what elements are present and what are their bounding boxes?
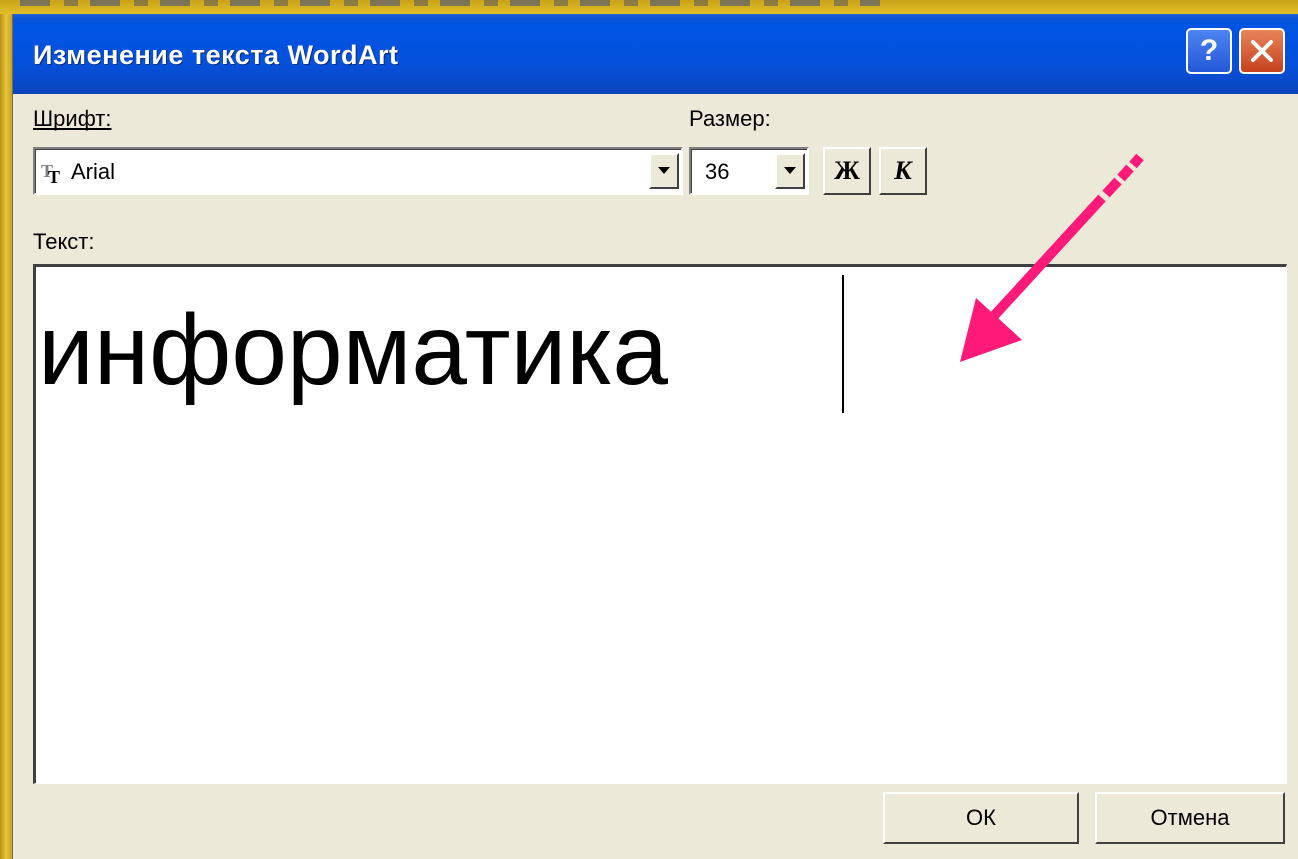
slide-background-edge (0, 14, 12, 859)
ok-button[interactable]: ОК (883, 792, 1079, 844)
chevron-down-icon (784, 167, 796, 174)
text-label-text: Текст: (33, 229, 95, 254)
chevron-down-icon (658, 167, 670, 174)
text-caret (842, 275, 844, 413)
size-label: Размер: (689, 106, 771, 132)
background-ghost-text (20, 0, 880, 6)
italic-icon: К (894, 156, 912, 185)
dialog-title: Изменение текста WordArt (33, 40, 399, 70)
close-icon (1251, 40, 1273, 62)
help-icon: ? (1199, 34, 1219, 67)
ok-button-label: ОК (966, 805, 996, 830)
annotation-arrow-icon (960, 153, 1144, 362)
font-select-value: Arial (71, 159, 116, 184)
bold-button[interactable]: Ж (823, 147, 871, 195)
font-select[interactable]: T T Arial (33, 147, 683, 195)
size-label-text: Размер: (689, 106, 771, 131)
bold-icon: Ж (834, 156, 860, 185)
text-label: Текст: (33, 229, 95, 255)
size-select[interactable]: 36 (689, 147, 809, 195)
wordart-text-value: информатика (38, 294, 668, 406)
cancel-button[interactable]: Отмена (1095, 792, 1285, 844)
size-dropdown-button[interactable] (775, 153, 805, 189)
italic-button[interactable]: К (879, 147, 927, 195)
svg-text:T: T (48, 167, 60, 185)
title-bar[interactable]: Изменение текста WordArt ? (13, 14, 1298, 94)
size-select-value: 36 (705, 159, 730, 184)
font-label-text: Шрифт: (33, 106, 112, 131)
font-dropdown-button[interactable] (649, 153, 679, 189)
font-label: Шрифт: (33, 106, 112, 132)
close-button[interactable] (1239, 28, 1285, 74)
help-button[interactable]: ? (1186, 28, 1232, 74)
background-strip (0, 0, 1298, 14)
wordart-edit-dialog: Изменение текста WordArt ? Шрифт: T T Ar… (12, 14, 1298, 859)
truetype-font-icon: T T (41, 161, 60, 185)
cancel-button-label: Отмена (1150, 805, 1230, 830)
